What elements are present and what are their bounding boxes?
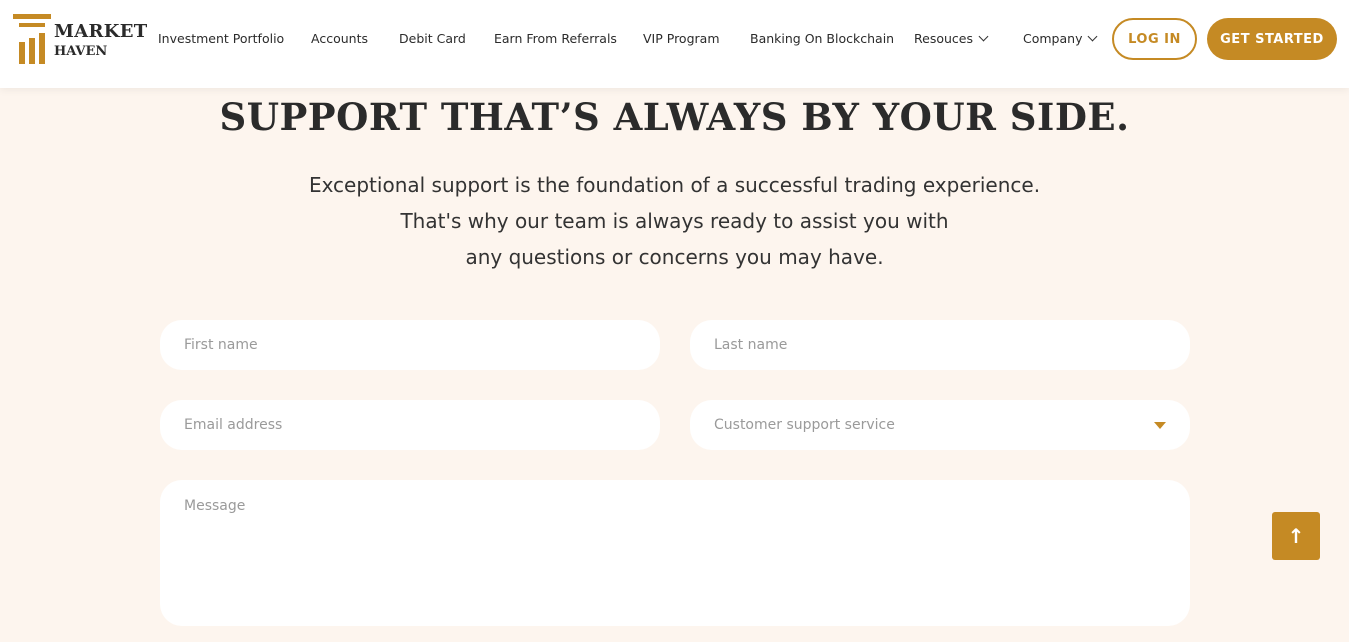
nav-investment-portfolio[interactable]: Investment Portfolio — [158, 31, 284, 46]
arrow-up-icon: ↑ — [1287, 524, 1305, 548]
hero-line: any questions or concerns you may have. — [465, 245, 884, 269]
site-header: MARKET HAVEN Investment Portfolio Accoun… — [0, 0, 1349, 88]
service-select-value: Customer support service — [714, 417, 895, 433]
hero-description: Exceptional support is the foundation of… — [0, 167, 1349, 275]
hero-line: That's why our team is always ready to a… — [400, 209, 949, 233]
logo-text: MARKET — [54, 21, 148, 42]
scroll-to-top-button[interactable]: ↑ — [1272, 512, 1320, 560]
caret-down-icon — [1154, 422, 1166, 429]
last-name-input[interactable]: Last name — [690, 320, 1190, 370]
nav-company-label: Company — [1023, 31, 1083, 46]
first-name-input[interactable]: First name — [160, 320, 660, 370]
message-textarea[interactable]: Message — [160, 480, 1190, 626]
chevron-down-icon — [978, 31, 989, 42]
nav-debit-card[interactable]: Debit Card — [399, 31, 466, 46]
get-started-button[interactable]: GET STARTED — [1207, 18, 1337, 60]
service-select[interactable]: Customer support service — [690, 400, 1190, 450]
nav-banking-on-blockchain[interactable]: Banking On Blockchain — [750, 31, 894, 46]
hero-line: Exceptional support is the foundation of… — [308, 173, 1041, 197]
chevron-down-icon — [1088, 31, 1098, 42]
logo-subtext: HAVEN — [54, 44, 108, 59]
nav-resources-label: Resouces — [914, 31, 973, 46]
nav-vip-program[interactable]: VIP Program — [643, 31, 720, 46]
nav-company[interactable]: Company — [1023, 31, 1098, 46]
email-input[interactable]: Email address — [160, 400, 660, 450]
nav-resources[interactable]: Resouces — [914, 31, 989, 46]
login-button[interactable]: LOG IN — [1112, 18, 1197, 60]
nav-accounts[interactable]: Accounts — [311, 31, 368, 46]
logo[interactable]: MARKET HAVEN — [13, 14, 148, 64]
nav-earn-from-referrals[interactable]: Earn From Referrals — [494, 31, 617, 46]
page-title: SUPPORT THAT’S ALWAYS BY YOUR SIDE. — [219, 95, 1130, 139]
